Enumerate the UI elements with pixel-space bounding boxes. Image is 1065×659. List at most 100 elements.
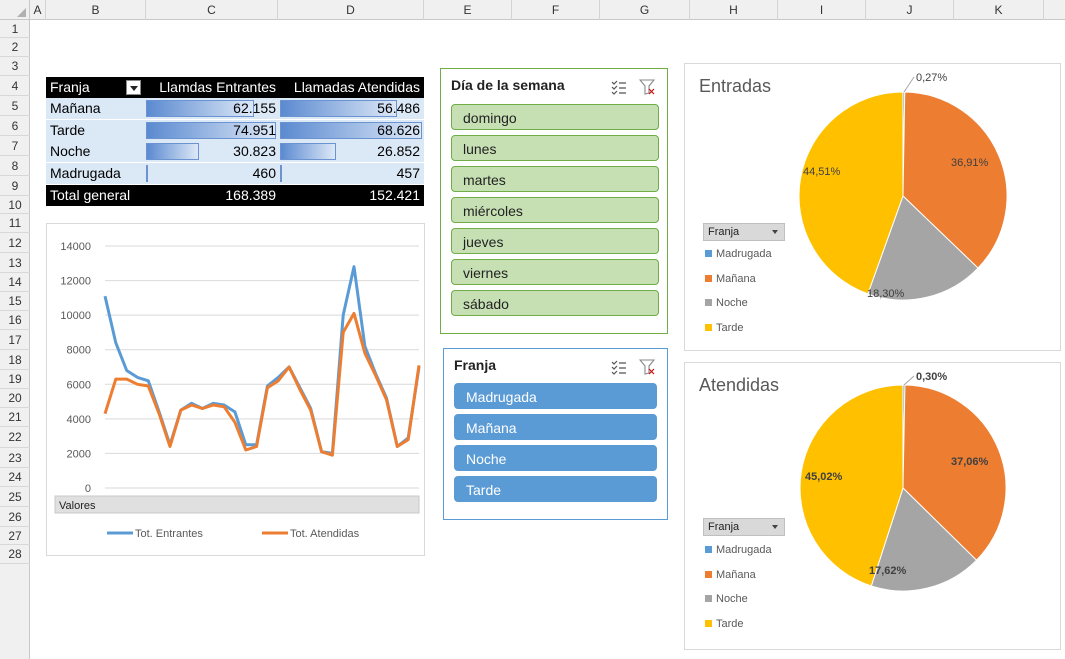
y-tick-label: 12000 [60, 276, 91, 288]
row-header-8[interactable]: 8 [0, 156, 30, 176]
row-header-20[interactable]: 20 [0, 389, 30, 408]
pie-data-label: 0,30% [916, 371, 947, 383]
legend-label: Tot. Atendidas [290, 528, 360, 540]
legend-label: Tarde [716, 617, 744, 630]
row-header-5[interactable]: 5 [0, 96, 30, 116]
legend-label: Mañana [716, 272, 756, 285]
legend-entry[interactable]: Noche [705, 593, 748, 605]
legend-entry[interactable]: Madrugada [705, 248, 772, 260]
pivot-cell-entrantes: 62.155 [233, 100, 276, 116]
slicer-item[interactable]: Noche [454, 445, 657, 471]
y-tick-label: 10000 [60, 310, 91, 322]
legend-label: Tarde [716, 321, 744, 334]
multi-select-icon[interactable] [611, 79, 627, 95]
legend-filter-franja[interactable]: Franja [703, 518, 785, 536]
column-header-b[interactable]: B [46, 0, 146, 20]
pie-data-label: 0,27% [916, 72, 947, 84]
legend-entry[interactable]: Mañana [705, 569, 756, 581]
slicer-item[interactable]: jueves [451, 228, 659, 254]
row-header-16[interactable]: 16 [0, 311, 30, 330]
row-header-6[interactable]: 6 [0, 116, 30, 136]
legend-entry[interactable]: Tarde [705, 322, 744, 334]
pie-chart-entradas[interactable]: Entradas 0,27% 36,91% 18,30% 44,51% Franja … [684, 63, 1061, 351]
pivot-cell-entrantes: 74.951 [233, 121, 276, 138]
slicer-item[interactable]: miércoles [451, 197, 659, 223]
legend-swatch [705, 619, 712, 627]
column-header-c[interactable]: C [146, 0, 278, 20]
row-header-14[interactable]: 14 [0, 273, 30, 292]
row-header-12[interactable]: 12 [0, 233, 30, 253]
legend-entry[interactable]: Tarde [705, 618, 744, 630]
column-header-g[interactable]: G [600, 0, 690, 20]
column-header-e[interactable]: E [424, 0, 512, 20]
row-header-7[interactable]: 7 [0, 136, 30, 156]
select-all-corner[interactable] [0, 0, 30, 20]
row-header-21[interactable]: 21 [0, 408, 30, 427]
row-header-10[interactable]: 10 [0, 196, 30, 214]
row-header-2[interactable]: 2 [0, 38, 30, 57]
row-header-4[interactable]: 4 [0, 76, 30, 96]
filter-dropdown-icon[interactable] [126, 80, 141, 95]
pivot-row-label: Noche [50, 143, 91, 160]
legend-swatch [705, 299, 712, 306]
legend-entry[interactable]: Madrugada [705, 544, 772, 556]
slicer-item[interactable]: viernes [451, 259, 659, 285]
row-header-23[interactable]: 23 [0, 448, 30, 468]
legend-swatch [705, 250, 712, 257]
slicer-franja[interactable]: Franja Madrugada Mañana Noche Tarde [443, 348, 668, 520]
multi-select-icon[interactable] [611, 359, 627, 375]
legend-swatch [705, 570, 712, 578]
legend-label: Noche [716, 593, 748, 605]
column-header-i[interactable]: I [778, 0, 866, 20]
values-field-button[interactable] [54, 495, 420, 514]
leader-line [903, 375, 915, 386]
row-header-27[interactable]: 27 [0, 527, 30, 545]
y-tick-label: 8000 [67, 345, 91, 357]
slicer-item[interactable]: Madrugada [454, 383, 657, 409]
pie-chart-atendidas[interactable]: Atendidas 0,30% 37,06% 17,62% 45,02% Franja… [684, 362, 1061, 650]
slicer-item[interactable]: domingo [451, 104, 659, 130]
y-tick-label: 6000 [67, 379, 91, 391]
pivot-header-atendidas: Llamadas Atendidas [293, 79, 420, 95]
column-header-j[interactable]: J [866, 0, 954, 20]
row-header-13[interactable]: 13 [0, 253, 30, 273]
legend-entry[interactable]: Mañana [705, 273, 756, 285]
pivot-row-label: Tarde [50, 121, 86, 138]
slicer-item[interactable]: Tarde [454, 476, 657, 502]
pivot-row: Noche 30.823 26.852 [46, 141, 424, 163]
row-header-11[interactable]: 11 [0, 214, 30, 233]
row-header-18[interactable]: 18 [0, 350, 30, 370]
slicer-item[interactable]: Mañana [454, 414, 657, 440]
slicer-item[interactable]: sábado [451, 290, 659, 316]
legend-entry[interactable]: Noche [705, 297, 748, 309]
column-header-k[interactable]: K [954, 0, 1044, 20]
row-header-25[interactable]: 25 [0, 487, 30, 507]
slicer-item[interactable]: martes [451, 166, 659, 192]
pie-data-label: 18,30% [867, 288, 905, 300]
pivot-header-row: Franja Llamdas Entrantes Llamadas Atendi… [46, 77, 424, 98]
row-header-26[interactable]: 26 [0, 507, 30, 527]
pivot-row: Madrugada 460 457 [46, 163, 424, 185]
column-header-a[interactable]: A [30, 0, 46, 20]
slicer-day-of-week[interactable]: Día de la semana domingo lunes martes miérc… [440, 68, 668, 334]
column-header-f[interactable]: F [512, 0, 600, 20]
row-header-1[interactable]: 1 [0, 20, 30, 38]
row-header-28[interactable]: 28 [0, 545, 30, 564]
row-header-22[interactable]: 22 [0, 427, 30, 448]
row-header-24[interactable]: 24 [0, 468, 30, 487]
row-header-3[interactable]: 3 [0, 57, 30, 76]
row-header-19[interactable]: 19 [0, 370, 30, 389]
column-headers: A B C D E F G H I J K [0, 0, 1065, 20]
clear-filter-icon[interactable] [639, 359, 655, 375]
pie-data-label: 17,62% [869, 565, 907, 577]
row-header-17[interactable]: 17 [0, 330, 30, 350]
line-chart[interactable]: 0 2000 4000 6000 8000 10000 12000 14000 Valores T… [46, 223, 425, 556]
column-header-h[interactable]: H [690, 0, 778, 20]
row-header-15[interactable]: 15 [0, 292, 30, 311]
slicer-item[interactable]: lunes [451, 135, 659, 161]
column-header-d[interactable]: D [278, 0, 424, 20]
legend-filter-franja[interactable]: Franja [703, 223, 785, 241]
legend-label: Madrugada [716, 544, 772, 556]
clear-filter-icon[interactable] [639, 79, 655, 95]
row-header-9[interactable]: 9 [0, 176, 30, 196]
